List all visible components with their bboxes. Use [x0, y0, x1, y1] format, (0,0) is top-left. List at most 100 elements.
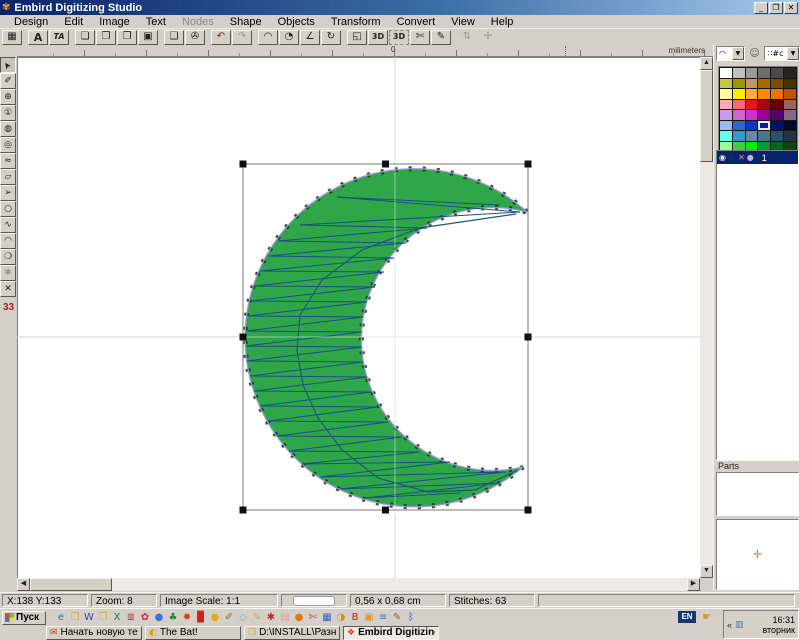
minimize-button[interactable]: _: [754, 2, 768, 14]
close-button[interactable]: ✕: [784, 2, 798, 14]
stitch-edit-icon[interactable]: ✄: [410, 30, 430, 45]
color-swatch[interactable]: [733, 131, 745, 141]
menu-item[interactable]: Transform: [323, 15, 389, 29]
vertical-scroll-thumb[interactable]: [700, 70, 713, 162]
color-swatch[interactable]: [720, 131, 732, 141]
app-icon[interactable]: ✹: [180, 611, 194, 625]
pointer-tool[interactable]: ➤: [0, 57, 16, 73]
color-swatch[interactable]: [733, 79, 745, 89]
color-swatch[interactable]: [771, 121, 783, 131]
color-swatch[interactable]: [784, 121, 796, 131]
text-tool-icon[interactable]: A: [28, 30, 48, 45]
chevron-down-icon[interactable]: ▼: [787, 47, 799, 60]
handle-top-center[interactable]: [382, 161, 389, 168]
app-icon[interactable]: ◇: [236, 611, 250, 625]
order-up-down-icon[interactable]: ⇅: [457, 30, 477, 45]
curve-type-combo[interactable]: ◠ ▼: [716, 46, 745, 61]
cross-stitch-tool[interactable]: ✕: [0, 281, 16, 297]
color-swatch[interactable]: [720, 89, 732, 99]
paste-icon[interactable]: ✇: [185, 30, 205, 45]
color-swatch[interactable]: [758, 131, 770, 141]
vertical-scrollbar[interactable]: ▲ ▼: [700, 57, 713, 578]
visibility-eye-icon[interactable]: ◉: [719, 153, 726, 162]
color-swatch[interactable]: [771, 68, 783, 78]
color-swatch[interactable]: [733, 89, 745, 99]
fill-hole-shape-tool[interactable]: ◎: [0, 137, 16, 153]
menu-item[interactable]: Nodes: [174, 15, 222, 29]
color-swatch[interactable]: [771, 131, 783, 141]
chevron-down-icon[interactable]: ▼: [732, 47, 744, 60]
app-icon[interactable]: ▦: [320, 611, 334, 625]
hatch-fill-tool[interactable]: ≈: [0, 153, 16, 169]
object-list-item[interactable]: ◉ ☾ ✕ ● 1: [717, 151, 798, 164]
folder-icon[interactable]: ❒: [96, 611, 110, 625]
hand-pointer-icon[interactable]: ☛: [702, 610, 712, 623]
angle-tool-icon[interactable]: ∠: [300, 30, 320, 45]
auto-shape-tool[interactable]: ✱: [0, 265, 16, 281]
handle-mid-left[interactable]: [240, 334, 247, 341]
design-browser-icon[interactable]: ▦: [2, 30, 22, 45]
menu-item[interactable]: Shape: [222, 15, 270, 29]
ie-icon[interactable]: e: [54, 611, 68, 625]
taskbar-window-thebat[interactable]: ◐ The Bat!: [145, 626, 241, 640]
taskbar-window-embird[interactable]: ❖ Embird Digitizing Stud...: [343, 626, 439, 640]
outline-shape-tool[interactable]: ❍: [0, 249, 16, 265]
horizontal-scrollbar[interactable]: ◀ ▶: [17, 578, 700, 591]
app-icon[interactable]: B: [348, 611, 362, 625]
app-icon[interactable]: ●: [292, 611, 306, 625]
color-swatch[interactable]: [733, 68, 745, 78]
handle-mid-right[interactable]: [525, 334, 532, 341]
column-direction-tool[interactable]: ➢: [0, 185, 16, 201]
import-design-icon[interactable]: ❐: [117, 30, 137, 45]
color-swatch[interactable]: [784, 100, 796, 110]
scroll-up-button[interactable]: ▲: [700, 57, 713, 70]
color-swatch[interactable]: [733, 110, 745, 120]
app-icon[interactable]: ▉: [194, 611, 208, 625]
object-list[interactable]: ◉ ☾ ✕ ● 1: [716, 150, 799, 460]
color-swatch[interactable]: [758, 79, 770, 89]
color-swatch[interactable]: [758, 68, 770, 78]
scroll-left-button[interactable]: ◀: [17, 578, 30, 591]
app-icon[interactable]: ●: [208, 611, 222, 625]
color-swatch[interactable]: [758, 110, 770, 120]
image-edit-icon[interactable]: ✎: [431, 30, 451, 45]
notepad-icon[interactable]: ✎: [390, 611, 404, 625]
app-icon[interactable]: ●: [152, 611, 166, 625]
horizontal-scroll-thumb[interactable]: [30, 578, 112, 591]
taskbar-window-explorer[interactable]: ❒ D:\INSTALL\Разное\Embird: [244, 626, 340, 640]
color-swatch[interactable]: [746, 79, 758, 89]
color-swatch[interactable]: [758, 100, 770, 110]
restore-button[interactable]: ❐: [769, 2, 783, 14]
archive-icon[interactable]: ≣: [124, 611, 138, 625]
undo-icon[interactable]: ↶: [211, 30, 231, 45]
color-swatch[interactable]: [746, 68, 758, 78]
settings-3d-icon[interactable]: 3D: [389, 30, 409, 45]
assistant-button[interactable]: ☺: [746, 45, 763, 62]
menu-item[interactable]: Image: [91, 15, 138, 29]
tray-collapse-button[interactable]: «: [727, 620, 732, 630]
title-bar[interactable]: ✾ Embird Digitizing Studio _❐✕: [0, 0, 800, 15]
fill-shape-tool[interactable]: ◍: [0, 121, 16, 137]
color-swatch[interactable]: [771, 110, 783, 120]
language-indicator[interactable]: EN: [678, 611, 696, 623]
handle-top-right[interactable]: [525, 161, 532, 168]
menu-item[interactable]: Edit: [56, 15, 91, 29]
parts-list[interactable]: [716, 472, 799, 516]
rotate-tool-icon[interactable]: ↻: [321, 30, 341, 45]
color-swatch[interactable]: [784, 89, 796, 99]
handle-bottom-center[interactable]: [382, 507, 389, 514]
menu-item[interactable]: View: [443, 15, 483, 29]
color-swatch[interactable]: [784, 110, 796, 120]
redo-icon[interactable]: ↷: [232, 30, 252, 45]
app-icon[interactable]: ✎: [250, 611, 264, 625]
taskbar-window-forum[interactable]: ✉ Начать новую тему :: B...: [46, 626, 142, 640]
menu-item[interactable]: Convert: [389, 15, 444, 29]
edit-nodes-tool[interactable]: ✐: [0, 73, 16, 89]
density-gauge-icon[interactable]: ◔: [279, 30, 299, 45]
zoom-1to1-tool[interactable]: ①: [0, 105, 16, 121]
color-swatch[interactable]: [720, 79, 732, 89]
view-3d-icon[interactable]: 3D: [368, 30, 388, 45]
color-swatch[interactable]: [784, 131, 796, 141]
center-design-icon[interactable]: ✛: [478, 30, 498, 45]
app-icon[interactable]: ♣: [166, 611, 180, 625]
